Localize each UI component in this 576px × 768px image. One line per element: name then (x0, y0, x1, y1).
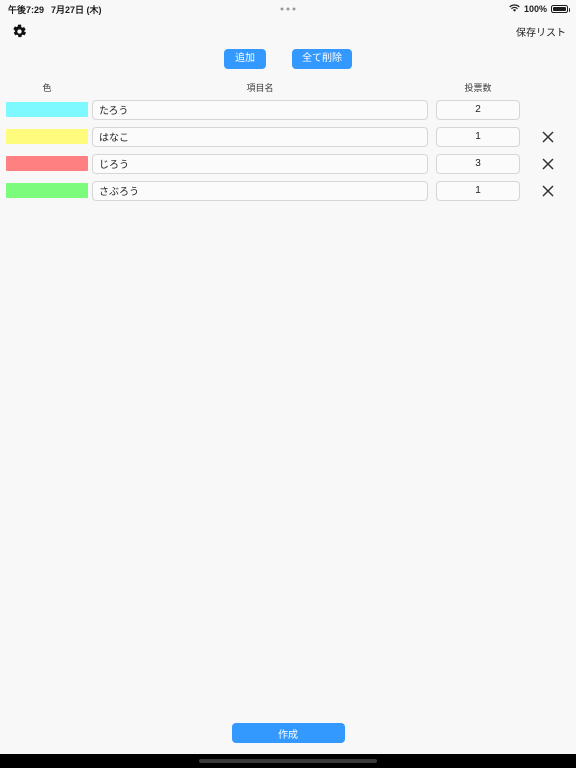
vote-count-input[interactable] (436, 180, 520, 201)
multitask-dots-icon[interactable] (280, 7, 296, 11)
status-bar-right: 100% (509, 3, 570, 15)
color-cell (6, 183, 88, 198)
votes-cell (436, 126, 520, 147)
header-color: 色 (42, 82, 52, 93)
color-cell (6, 156, 88, 171)
votes-cell (436, 99, 520, 120)
delete-cell (520, 155, 576, 173)
name-cell (88, 99, 436, 120)
delete-cell (520, 101, 576, 119)
votes-cell (436, 153, 520, 174)
toolbar-actions: 追加 全て削除 (0, 44, 576, 74)
delete-cell (520, 128, 576, 146)
battery-full-icon (551, 5, 570, 13)
close-x-icon[interactable] (539, 128, 557, 146)
status-bar-left: 午後7:29 7月27日 (木) (8, 3, 102, 16)
item-name-input[interactable] (92, 153, 428, 174)
close-x-icon[interactable] (539, 182, 557, 200)
vote-count-input[interactable] (436, 99, 520, 120)
nav-bar: 保存リスト (0, 18, 576, 44)
battery-fill (553, 7, 566, 11)
app-root: 午後7:29 7月27日 (木) 100% 保存リスト 追加 全て削除 色 項目… (0, 0, 576, 768)
color-swatch[interactable] (6, 156, 88, 171)
table-header-row: 色 項目名 投票数 (0, 78, 576, 96)
create-button[interactable]: 作成 (231, 723, 345, 743)
header-name: 項目名 (246, 82, 274, 93)
name-cell (88, 126, 436, 147)
item-name-input[interactable] (92, 126, 428, 147)
delete-placeholder (539, 101, 557, 119)
votes-cell (436, 180, 520, 201)
table-row (0, 177, 576, 204)
status-date: 7月27日 (木) (51, 4, 102, 15)
color-cell (6, 102, 88, 117)
table-body (0, 96, 576, 204)
table-row (0, 123, 576, 150)
dot-1 (280, 7, 284, 11)
color-swatch[interactable] (6, 183, 88, 198)
dot-2 (286, 7, 290, 11)
color-cell (6, 129, 88, 144)
color-swatch[interactable] (6, 102, 88, 117)
name-cell (88, 180, 436, 201)
vote-count-input[interactable] (436, 153, 520, 174)
item-name-input[interactable] (92, 180, 428, 201)
home-indicator[interactable] (199, 759, 377, 763)
name-cell (88, 153, 436, 174)
clear-all-button[interactable]: 全て削除 (292, 49, 352, 69)
delete-cell (520, 182, 576, 200)
gear-icon[interactable] (10, 22, 28, 40)
items-table: 色 項目名 投票数 (0, 74, 576, 712)
vote-count-input[interactable] (436, 126, 520, 147)
table-row (0, 150, 576, 177)
dot-3 (292, 7, 296, 11)
home-indicator-bar (0, 754, 576, 768)
close-x-icon[interactable] (539, 155, 557, 173)
item-name-input[interactable] (92, 99, 428, 120)
status-time: 午後7:29 (8, 4, 45, 15)
footer-bar: 作成 (0, 712, 576, 754)
color-swatch[interactable] (6, 129, 88, 144)
table-row (0, 96, 576, 123)
battery-percent-label: 100% (523, 4, 547, 14)
add-button[interactable]: 追加 (224, 49, 266, 69)
saved-list-button[interactable]: 保存リスト (516, 24, 566, 39)
status-bar: 午後7:29 7月27日 (木) 100% (0, 0, 576, 18)
header-votes: 投票数 (464, 82, 492, 93)
wifi-icon (509, 3, 520, 15)
